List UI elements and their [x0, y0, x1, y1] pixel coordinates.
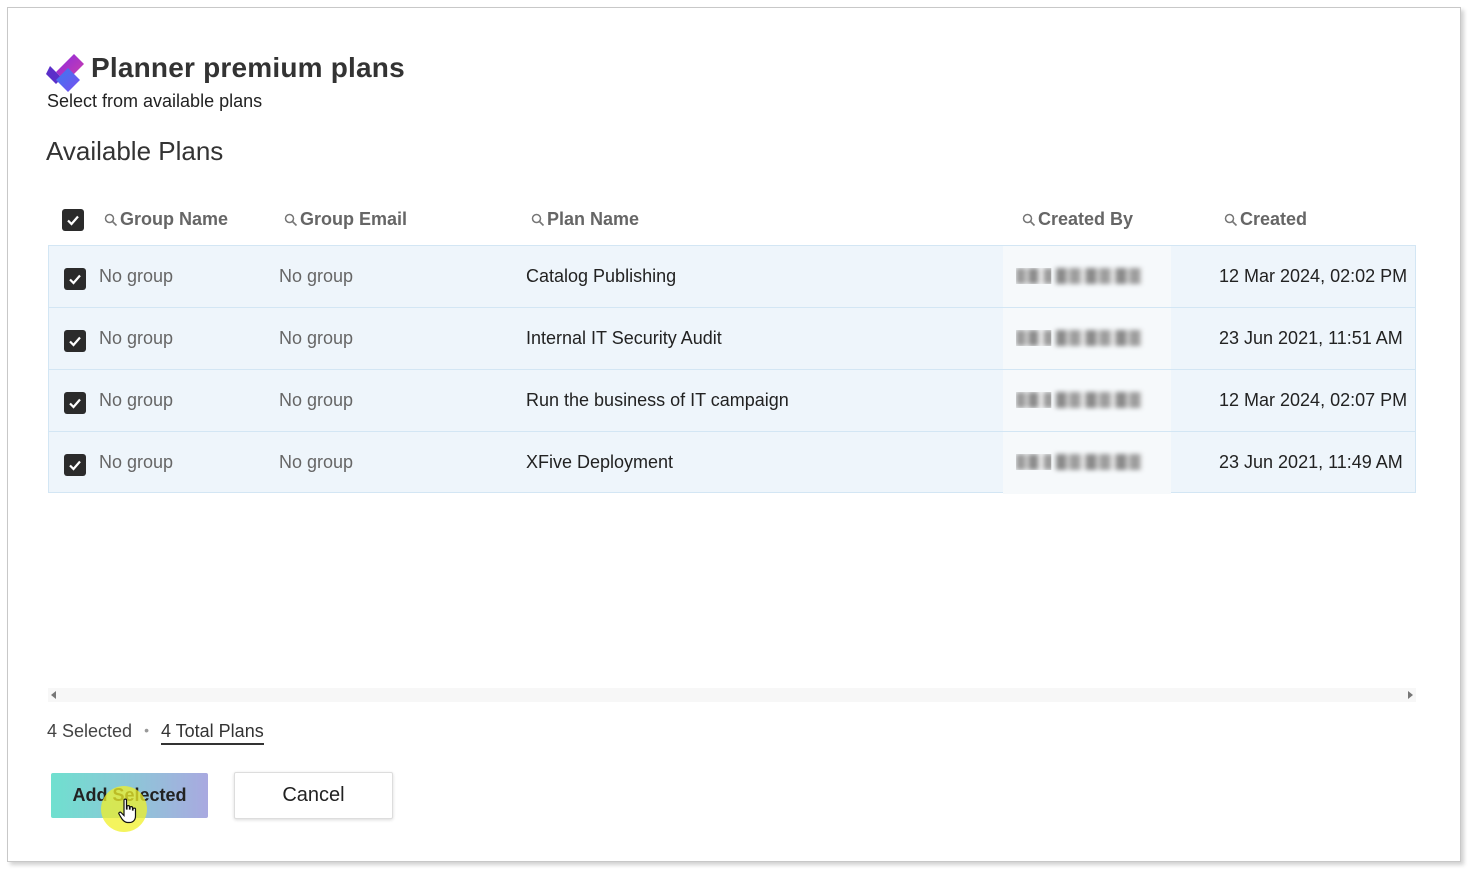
planner-plans-dialog: Planner premium plans Select from availa…	[7, 7, 1461, 862]
horizontal-scrollbar[interactable]	[48, 688, 1416, 702]
section-title: Available Plans	[46, 136, 224, 166]
cell-group-name: No group	[99, 266, 174, 286]
page-subtitle: Select from available plans	[47, 91, 263, 111]
column-header-plan-name[interactable]: Plan Name	[531, 209, 639, 230]
table-row[interactable]: No group No group Run the business of IT…	[48, 369, 1416, 432]
column-label: Group Name	[120, 209, 229, 229]
redacted-text	[1056, 392, 1142, 408]
table-row[interactable]: No group No group XFive Deployment 23 Ju…	[48, 431, 1416, 494]
column-label: Created	[1240, 209, 1308, 229]
cell-created: 23 Jun 2021, 11:51 AM	[1219, 328, 1403, 348]
row-checkbox[interactable]	[64, 454, 86, 476]
cell-group-email: No group	[279, 266, 354, 286]
column-label: Created By	[1038, 209, 1134, 229]
cell-created-by-redacted	[1003, 370, 1171, 432]
table-row[interactable]: No group No group Internal IT Security A…	[48, 307, 1416, 370]
page-title: Planner premium plans	[91, 52, 405, 83]
table-row[interactable]: No group No group Catalog Publishing 12 …	[48, 245, 1416, 308]
cell-plan-name: XFive Deployment	[526, 452, 674, 472]
cell-plan-name: Internal IT Security Audit	[526, 328, 722, 348]
scroll-right-icon[interactable]	[1408, 691, 1413, 699]
total-plans-link[interactable]: 4 Total Plans	[160, 721, 264, 745]
search-icon[interactable]	[1022, 213, 1036, 227]
plans-table-body: No group No group Catalog Publishing 12 …	[48, 245, 1416, 494]
cell-created: 12 Mar 2024, 02:07 PM	[1219, 390, 1408, 410]
cell-group-name: No group	[99, 452, 174, 472]
checkmark-icon	[69, 274, 81, 285]
row-checkbox[interactable]	[64, 268, 86, 290]
search-icon[interactable]	[1224, 213, 1238, 227]
cell-created: 23 Jun 2021, 11:49 AM	[1219, 452, 1403, 472]
checkmark-icon	[69, 460, 81, 471]
column-label: Group Email	[300, 209, 408, 229]
select-all-checkbox[interactable]	[62, 209, 84, 231]
search-icon[interactable]	[531, 213, 545, 227]
table-header: Group Name Group Email Plan Name Created…	[48, 198, 1416, 242]
column-header-created-by[interactable]: Created By	[1022, 209, 1133, 230]
column-header-created[interactable]: Created	[1224, 209, 1307, 230]
column-header-group-email[interactable]: Group Email	[284, 209, 407, 230]
add-selected-button[interactable]: Add Selected	[51, 773, 208, 818]
redacted-text	[1056, 268, 1142, 284]
selection-summary: 4 Selected • 4 Total Plans	[47, 721, 264, 745]
row-checkbox[interactable]	[64, 330, 86, 352]
cell-plan-name: Catalog Publishing	[526, 266, 677, 286]
search-icon[interactable]	[104, 213, 118, 227]
redacted-text	[1056, 454, 1142, 470]
selected-count: 4 Selected	[47, 721, 133, 741]
checkmark-icon	[67, 215, 79, 226]
cell-group-email: No group	[279, 390, 354, 410]
checkmark-icon	[69, 398, 81, 409]
column-label: Plan Name	[547, 209, 640, 229]
column-header-group-name[interactable]: Group Name	[104, 209, 228, 230]
scroll-left-icon[interactable]	[51, 691, 56, 699]
search-icon[interactable]	[284, 213, 298, 227]
cell-group-name: No group	[99, 328, 174, 348]
cell-created-by-redacted	[1003, 432, 1171, 494]
redacted-text	[1056, 330, 1142, 346]
cell-created-by-redacted	[1003, 246, 1171, 308]
cell-group-name: No group	[99, 390, 174, 410]
planner-logo-icon	[46, 54, 84, 92]
cell-plan-name: Run the business of IT campaign	[526, 390, 789, 410]
checkmark-icon	[69, 336, 81, 347]
cancel-button[interactable]: Cancel	[234, 772, 393, 819]
cell-group-email: No group	[279, 452, 354, 472]
cell-group-email: No group	[279, 328, 354, 348]
cell-created: 12 Mar 2024, 02:02 PM	[1219, 266, 1408, 286]
row-checkbox[interactable]	[64, 392, 86, 414]
separator-dot: •	[144, 722, 149, 738]
cell-created-by-redacted	[1003, 308, 1171, 370]
